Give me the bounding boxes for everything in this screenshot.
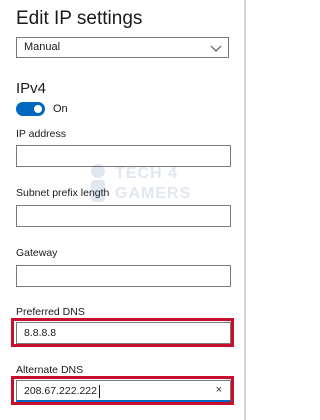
- watermark-person-icon: [91, 164, 105, 202]
- watermark-logo: TECH 4 GAMERS: [85, 160, 205, 210]
- chevron-down-icon: [210, 45, 222, 52]
- toggle-knob: [34, 105, 42, 113]
- ipv4-section-title: IPv4: [16, 80, 47, 97]
- ip-mode-dropdown[interactable]: Manual: [16, 37, 229, 58]
- preferred-dns-label: Preferred DNS: [16, 306, 85, 318]
- clear-icon[interactable]: ×: [216, 384, 222, 396]
- ipv4-toggle-label: On: [53, 103, 68, 115]
- ip-mode-value: Manual: [24, 41, 61, 53]
- alternate-dns-value: 208.67.222.222: [24, 385, 97, 397]
- gateway-input[interactable]: [16, 265, 231, 287]
- page-title: Edit IP settings: [16, 8, 143, 29]
- ipv4-toggle[interactable]: [16, 102, 45, 116]
- alternate-dns-input[interactable]: 208.67.222.222 ×: [16, 380, 231, 402]
- preferred-dns-input[interactable]: 8.8.8.8: [16, 322, 231, 344]
- gateway-label: Gateway: [16, 247, 58, 259]
- text-caret: [99, 385, 100, 398]
- preferred-dns-value: 8.8.8.8: [24, 327, 57, 339]
- ip-address-label: IP address: [16, 128, 67, 140]
- edit-ip-settings-panel: Edit IP settings Manual IPv4 On IP addre…: [0, 0, 244, 420]
- alternate-dns-label: Alternate DNS: [16, 364, 84, 376]
- watermark-text: TECH 4 GAMERS: [115, 165, 192, 202]
- vertical-scrollbar[interactable]: [244, 0, 246, 420]
